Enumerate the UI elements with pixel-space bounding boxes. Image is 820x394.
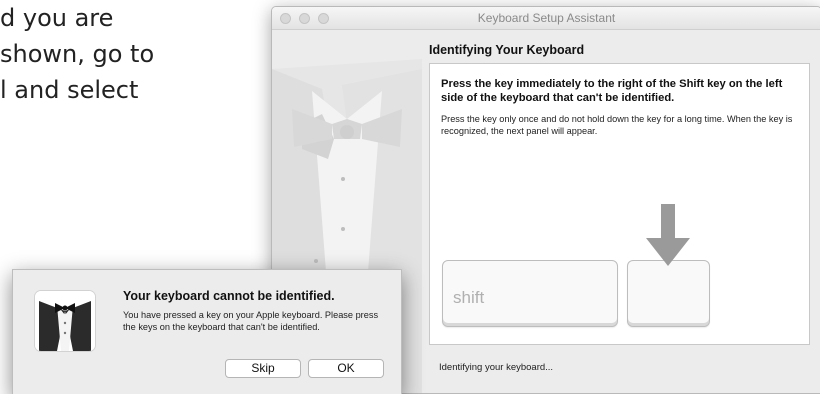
alert-title: Your keyboard cannot be identified. — [123, 289, 335, 303]
ok-button[interactable]: OK — [308, 359, 384, 378]
shift-key-illustration: shift — [442, 260, 618, 327]
instruction-panel: Press the key immediately to the right o… — [429, 63, 810, 345]
page-title: Identifying Your Keyboard — [429, 43, 585, 57]
screenshot: d you are shown, go to l and select Keyb… — [0, 0, 820, 394]
status-text: Identifying your keyboard... — [439, 362, 554, 373]
down-arrow-icon — [646, 204, 690, 266]
title-bar: Keyboard Setup Assistant — [272, 7, 820, 30]
article-line-3: l and select — [0, 76, 139, 104]
instruction-text: Press the key immediately to the right o… — [441, 78, 783, 104]
alert-message: You have pressed a key on your Apple key… — [123, 310, 379, 332]
article-line-1: d you are — [0, 4, 114, 32]
article-line-2: shown, go to — [0, 40, 155, 68]
window-title: Keyboard Setup Assistant — [477, 11, 616, 25]
detail-text: Press the key only once and do not hold … — [441, 114, 793, 136]
shift-key-label: shift — [453, 288, 485, 307]
alert-dialog: Your keyboard cannot be identified. You … — [12, 269, 402, 394]
skip-button[interactable]: Skip — [225, 359, 301, 378]
keyboard-assistant-icon — [34, 290, 96, 352]
target-key-illustration — [627, 260, 710, 327]
